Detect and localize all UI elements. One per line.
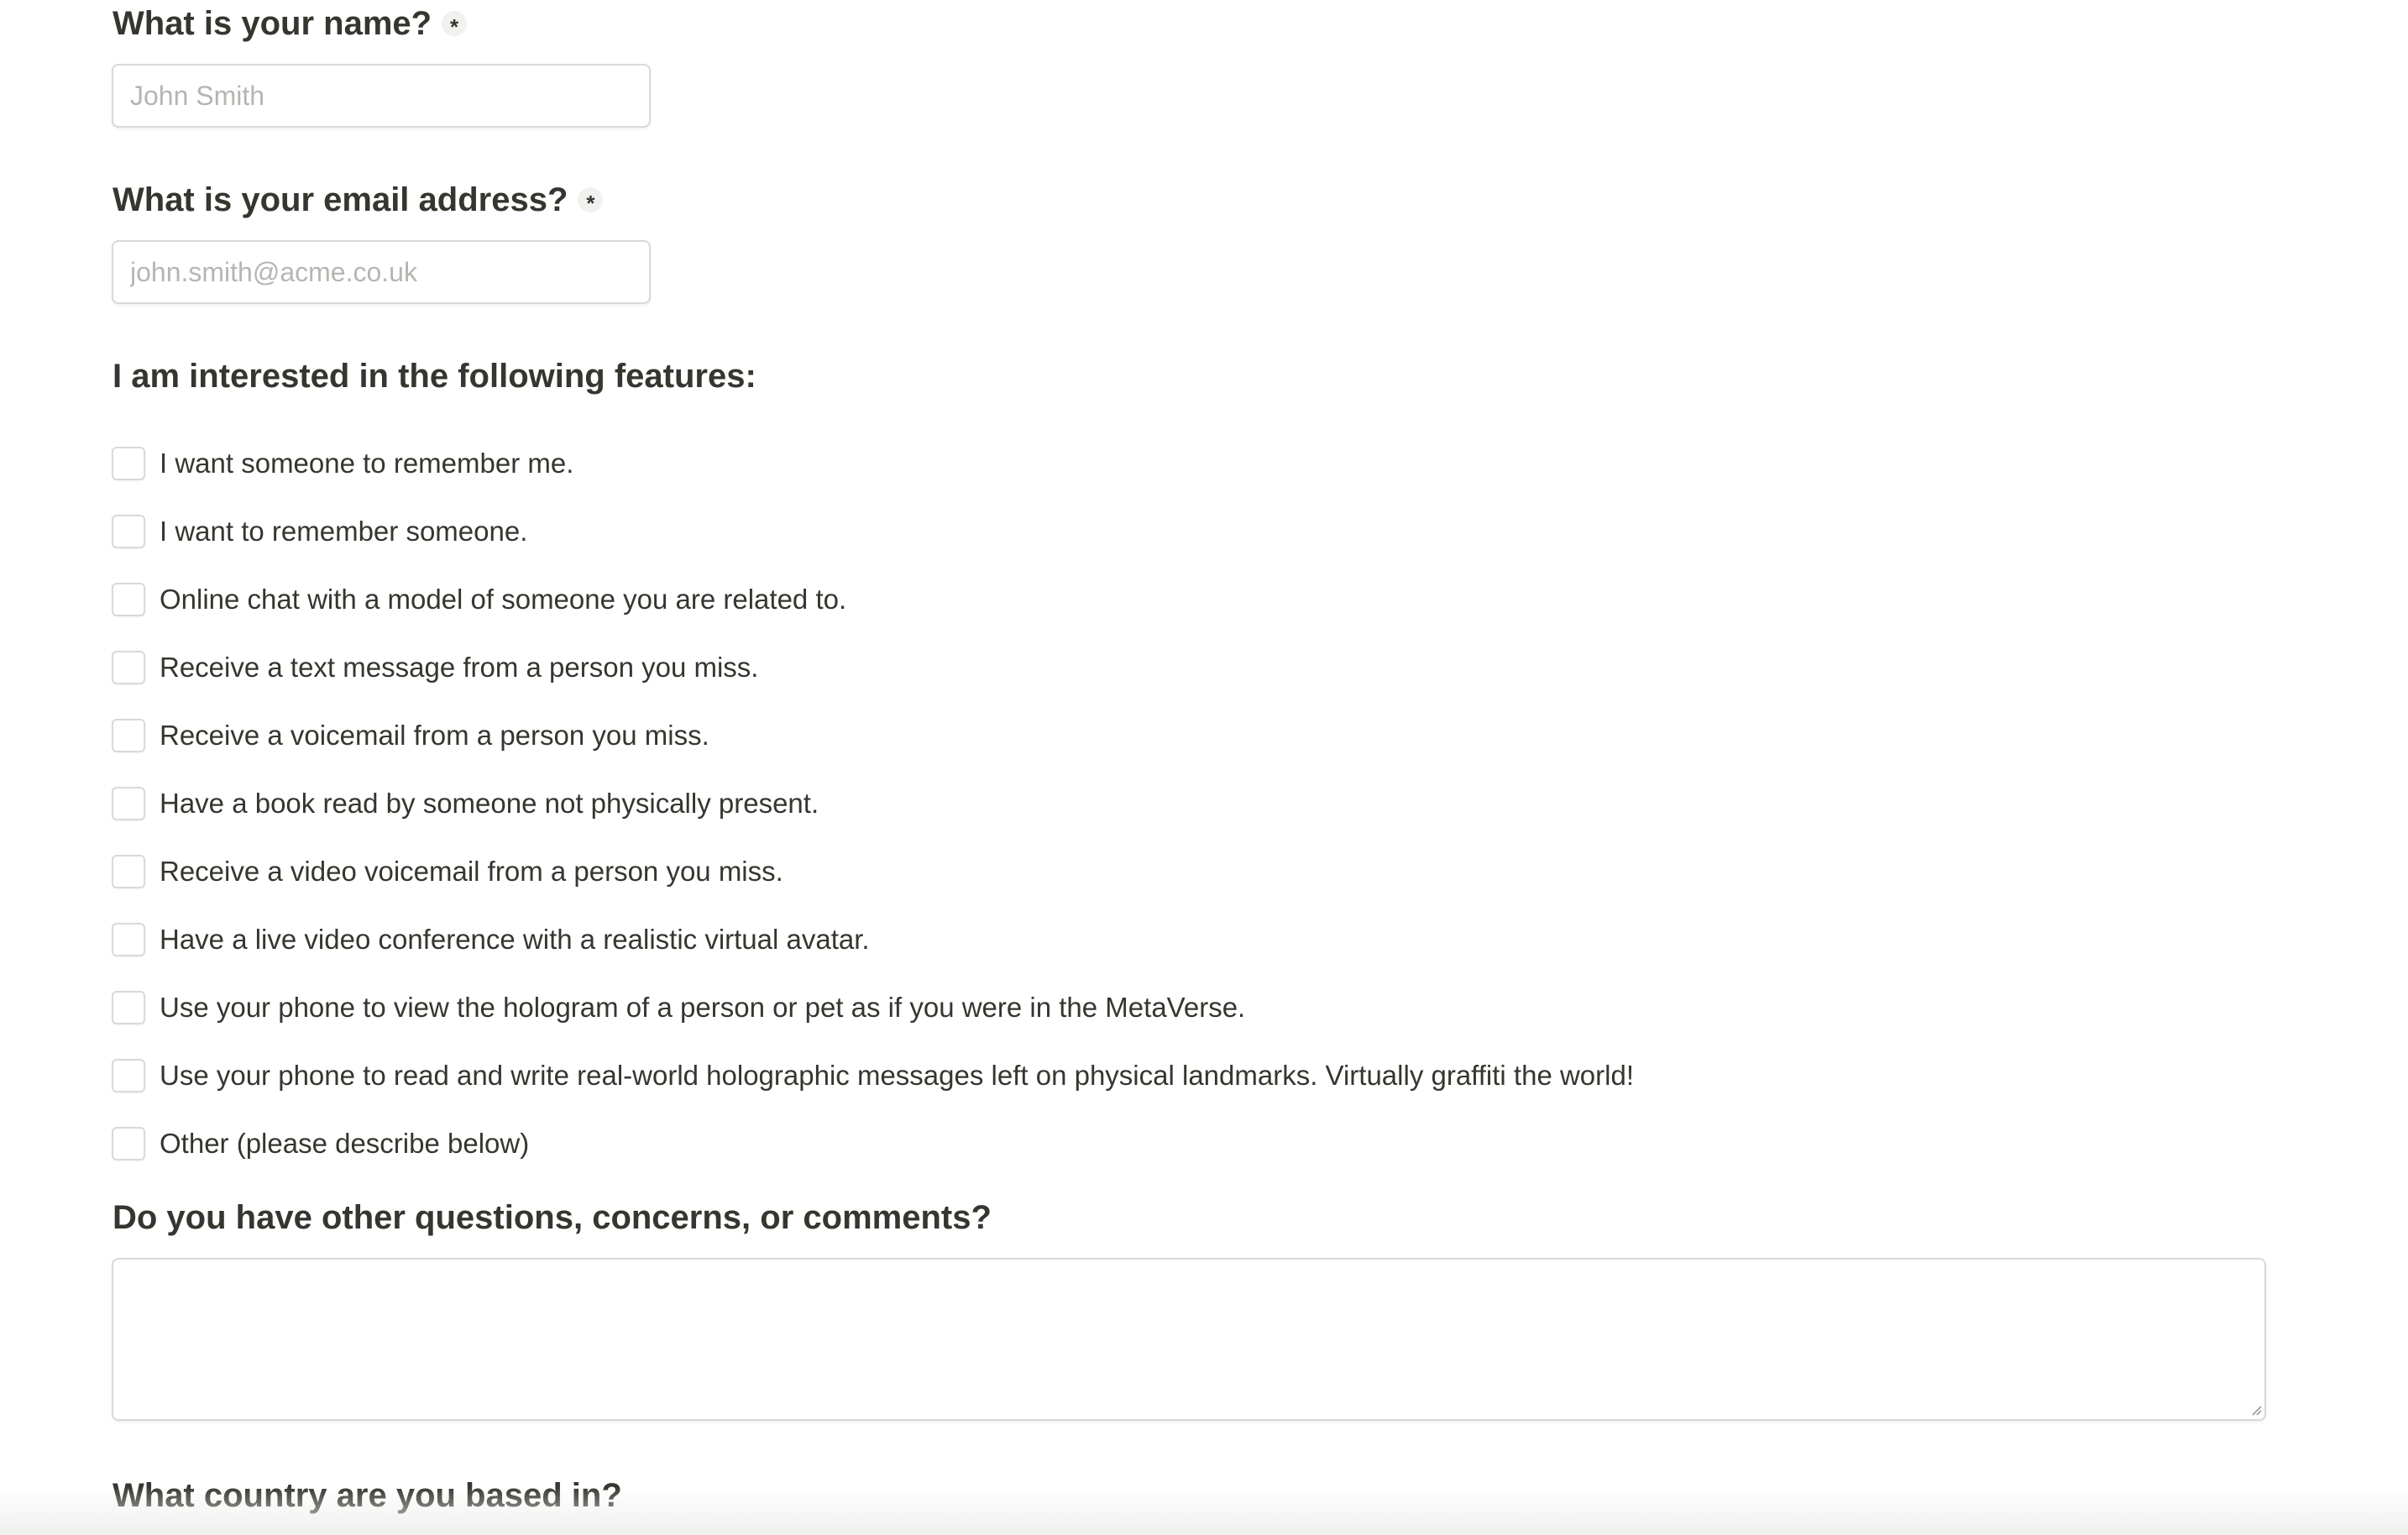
feature-option[interactable]: Use your phone to read and write real-wo… xyxy=(112,1041,1634,1109)
feature-checkbox[interactable] xyxy=(112,650,145,684)
feature-option[interactable]: Receive a text message from a person you… xyxy=(112,633,1634,701)
email-question-label: What is your email address? xyxy=(113,181,568,218)
feature-option-label: Use your phone to view the hologram of a… xyxy=(160,991,1246,1023)
name-question: What is your name? * xyxy=(113,0,468,47)
feature-checkbox[interactable] xyxy=(112,582,145,616)
feature-checkbox[interactable] xyxy=(112,1058,145,1092)
feature-option-label: Use your phone to read and write real-wo… xyxy=(160,1059,1634,1091)
feature-checkbox[interactable] xyxy=(112,854,145,888)
feature-checkbox[interactable] xyxy=(112,1126,145,1160)
feature-option-label: Have a book read by someone not physical… xyxy=(160,787,819,819)
feature-option[interactable]: Have a book read by someone not physical… xyxy=(112,769,1634,837)
feature-option[interactable]: I want someone to remember me. xyxy=(112,429,1634,497)
feature-checkbox[interactable] xyxy=(112,786,145,820)
name-question-label: What is your name? xyxy=(113,5,432,42)
feature-option-label: I want someone to remember me. xyxy=(160,447,574,479)
feature-checkbox[interactable] xyxy=(112,514,145,548)
required-asterisk-icon: * xyxy=(442,11,468,36)
comments-question-label: Do you have other questions, concerns, o… xyxy=(113,1199,992,1236)
required-asterisk-icon: * xyxy=(578,187,604,212)
features-question-label: I am interested in the following feature… xyxy=(113,358,756,395)
feature-checkbox[interactable] xyxy=(112,990,145,1024)
feature-option-other[interactable]: Other (please describe below) xyxy=(112,1109,1634,1177)
feature-option[interactable]: Have a live video conference with a real… xyxy=(112,905,1634,973)
country-question: What country are you based in? xyxy=(113,1472,622,1519)
feature-option-label: Receive a video voicemail from a person … xyxy=(160,855,783,887)
comments-textarea[interactable] xyxy=(112,1258,2266,1421)
feature-option-label: I want to remember someone. xyxy=(160,515,528,547)
email-question: What is your email address? * xyxy=(113,176,604,223)
feature-option-label: Have a live video conference with a real… xyxy=(160,923,870,955)
feature-option-label: Receive a voicemail from a person you mi… xyxy=(160,719,709,751)
feature-option-label: Other (please describe below) xyxy=(160,1127,530,1159)
feature-option-label: Receive a text message from a person you… xyxy=(160,651,759,683)
feature-checkbox[interactable] xyxy=(112,922,145,956)
features-checkbox-list: I want someone to remember me. I want to… xyxy=(112,429,1634,1177)
resize-grip-icon[interactable] xyxy=(2250,1404,2262,1416)
feature-option[interactable]: Use your phone to view the hologram of a… xyxy=(112,973,1634,1041)
feature-checkbox[interactable] xyxy=(112,718,145,752)
feature-option[interactable]: I want to remember someone. xyxy=(112,497,1634,565)
country-question-label: What country are you based in? xyxy=(113,1477,622,1514)
email-input[interactable] xyxy=(112,240,651,304)
feature-option[interactable]: Receive a voicemail from a person you mi… xyxy=(112,701,1634,769)
feature-option[interactable]: Online chat with a model of someone you … xyxy=(112,565,1634,633)
feature-option[interactable]: Receive a video voicemail from a person … xyxy=(112,837,1634,905)
features-question: I am interested in the following feature… xyxy=(113,353,756,400)
name-input[interactable] xyxy=(112,64,651,128)
feature-checkbox[interactable] xyxy=(112,446,145,480)
comments-question: Do you have other questions, concerns, o… xyxy=(113,1194,992,1241)
feature-option-label: Online chat with a model of someone you … xyxy=(160,583,847,615)
